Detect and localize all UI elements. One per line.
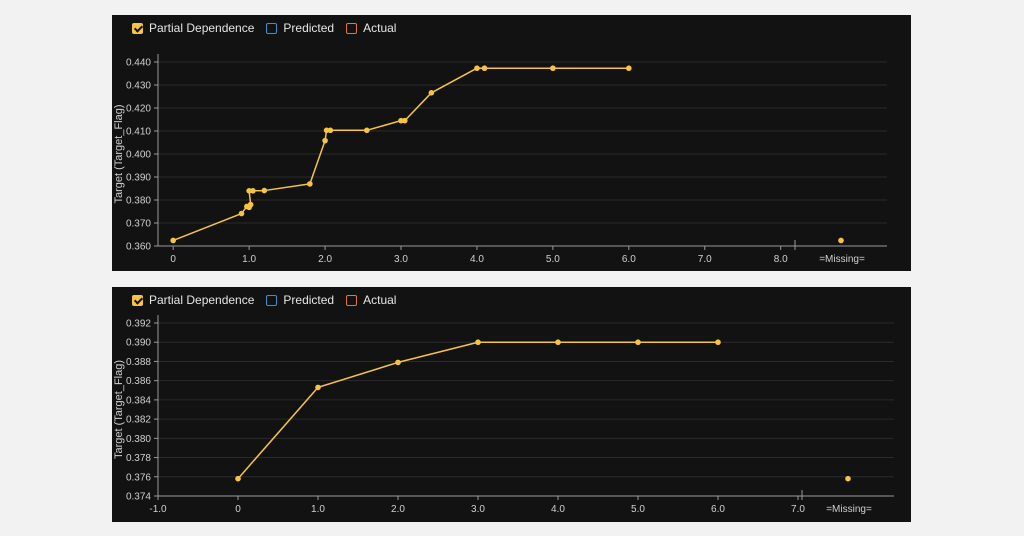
x-tick-label: 0 <box>170 254 176 265</box>
data-point[interactable] <box>550 65 556 72</box>
data-point[interactable] <box>475 339 481 346</box>
missing-tick-label: =Missing= <box>826 504 872 515</box>
y-tick-label: 0.420 <box>126 104 151 115</box>
y-tick-label: 0.382 <box>126 415 151 426</box>
x-tick-label: 5.0 <box>631 504 645 515</box>
y-tick-label: 0.380 <box>126 196 151 207</box>
x-tick-label: 2.0 <box>391 504 405 515</box>
x-tick-label: 0 <box>235 504 241 515</box>
x-tick-label: -1.0 <box>149 504 167 515</box>
data-point[interactable] <box>395 359 401 366</box>
data-point[interactable] <box>626 65 632 72</box>
x-tick-label: 5.0 <box>546 254 560 265</box>
y-tick-label: 0.386 <box>126 376 151 387</box>
data-point[interactable] <box>322 137 328 144</box>
data-point[interactable] <box>247 201 254 208</box>
data-point[interactable] <box>474 65 480 72</box>
x-tick-label: 6.0 <box>711 504 725 515</box>
x-tick-label: 4.0 <box>551 504 565 515</box>
missing-data-point[interactable] <box>838 237 844 244</box>
y-tick-label: 0.360 <box>126 242 151 253</box>
y-tick-label: 0.400 <box>126 150 151 161</box>
data-point[interactable] <box>635 339 641 346</box>
data-point[interactable] <box>170 237 176 244</box>
y-tick-label: 0.370 <box>126 219 151 230</box>
data-point[interactable] <box>238 210 245 217</box>
data-point[interactable] <box>364 127 370 134</box>
y-tick-label: 0.430 <box>126 81 151 92</box>
data-point[interactable] <box>250 188 256 194</box>
data-point[interactable] <box>307 181 313 187</box>
y-tick-label: 0.388 <box>126 357 151 368</box>
x-tick-label: 6.0 <box>622 254 636 265</box>
y-axis-title: Target (Target_Flag) <box>113 104 125 203</box>
data-point[interactable] <box>235 475 241 482</box>
chart-panel-1: Partial Dependence Predicted Actual 0.36… <box>112 15 911 271</box>
y-tick-label: 0.410 <box>126 127 151 138</box>
x-tick-label: 3.0 <box>471 504 485 515</box>
data-point[interactable] <box>428 90 435 96</box>
y-tick-label: 0.392 <box>126 319 151 330</box>
y-tick-label: 0.390 <box>126 173 151 184</box>
x-tick-label: 3.0 <box>394 254 408 265</box>
x-tick-label: 4.0 <box>470 254 484 265</box>
x-tick-label: 1.0 <box>242 254 256 265</box>
data-point[interactable] <box>261 187 268 194</box>
data-point[interactable] <box>555 339 561 346</box>
chart-panel-2: Partial Dependence Predicted Actual 0.37… <box>112 287 911 522</box>
x-tick-label: 1.0 <box>311 504 325 515</box>
y-tick-label: 0.384 <box>126 395 151 406</box>
missing-tick-label: =Missing= <box>819 254 865 265</box>
x-tick-label: 7.0 <box>791 504 805 515</box>
partial-dependence-chart-2: 0.374 0.376 0.378 0.380 0.382 0.384 0.386 0.388… <box>113 315 894 515</box>
y-tick-label: 0.374 <box>126 492 151 503</box>
missing-data-point[interactable] <box>845 475 851 482</box>
partial-dependence-line <box>237 341 718 480</box>
y-axis-title: Target (Target_Flag) <box>113 360 125 459</box>
data-point[interactable] <box>401 117 408 124</box>
y-tick-label: 0.376 <box>126 472 151 483</box>
data-point[interactable] <box>315 384 321 391</box>
x-tick-label: 8.0 <box>774 254 788 265</box>
x-tick-label: 7.0 <box>698 254 712 265</box>
data-point[interactable] <box>327 127 334 134</box>
data-point[interactable] <box>481 65 488 72</box>
x-tick-label: 2.0 <box>318 254 332 265</box>
partial-dependence-chart-1: 0.360 0.370 0.380 0.390 0.400 0.410 0.420 0.430… <box>113 54 887 265</box>
y-tick-label: 0.390 <box>126 338 151 349</box>
data-point[interactable] <box>715 339 721 346</box>
y-tick-label: 0.380 <box>126 434 151 445</box>
y-tick-label: 0.440 <box>126 58 151 69</box>
y-tick-label: 0.378 <box>126 453 151 464</box>
